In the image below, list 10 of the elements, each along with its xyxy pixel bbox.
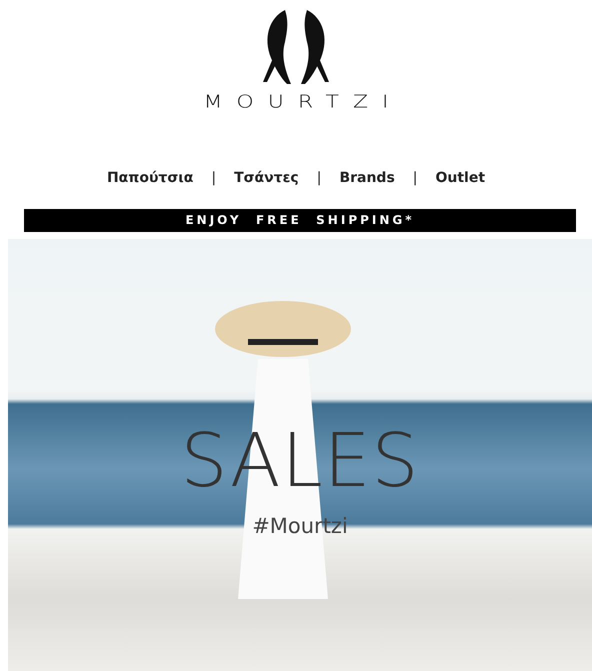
nav-separator: | <box>211 170 216 186</box>
nav-separator: | <box>316 170 322 186</box>
hashtag-text: #Mourtzi <box>251 514 349 538</box>
nav-separator: | <box>412 170 418 186</box>
nav-link[interactable]: Outlet <box>436 170 486 186</box>
nav-link[interactable]: Παπούτσια <box>106 170 194 186</box>
nav-link[interactable]: Brands <box>339 170 395 186</box>
nav-link[interactable]: Τσάντες <box>234 170 299 186</box>
brand-wordmark: MOURTZI <box>202 92 403 112</box>
free-shipping-banner: ENJOY FREE SHIPPING* <box>24 209 576 232</box>
